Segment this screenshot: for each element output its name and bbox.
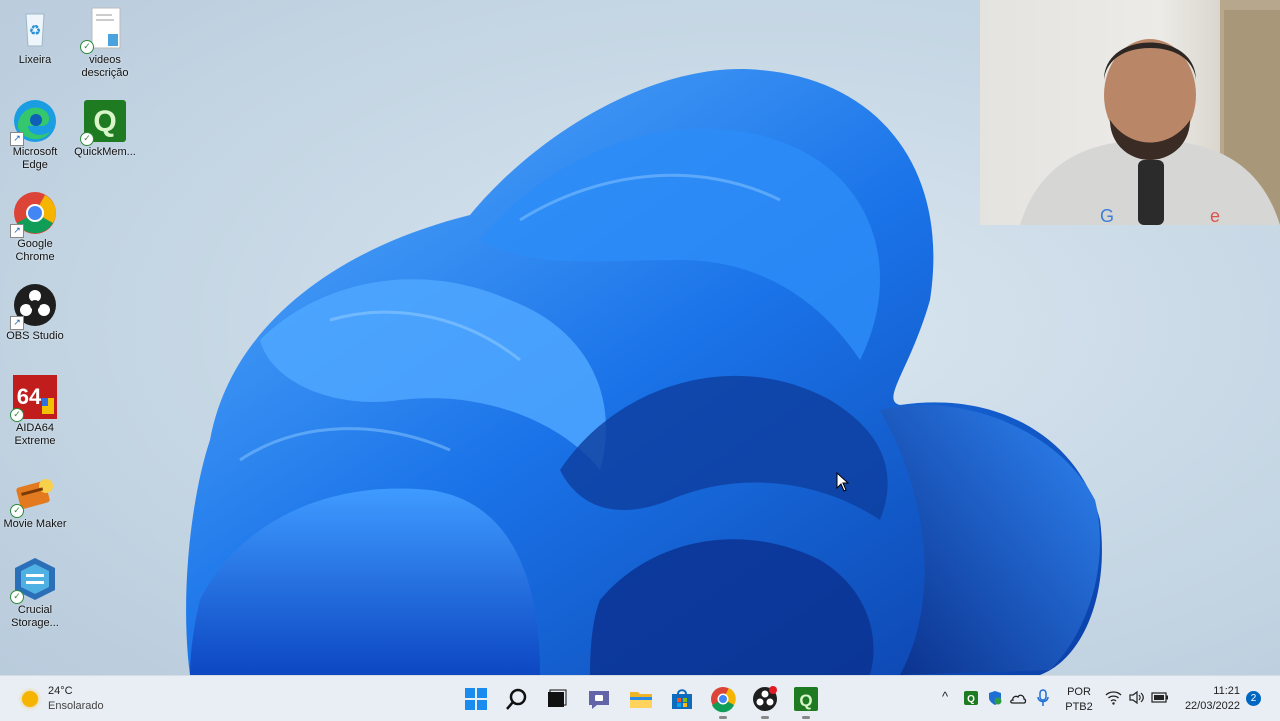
desktop-icon-videos-descricao[interactable]: ✓ videos descrição	[70, 6, 140, 80]
onedrive-cloud-icon[interactable]	[1009, 691, 1027, 705]
desktop-icon-movie-maker[interactable]: ✓ Movie Maker	[0, 470, 70, 531]
wifi-icon[interactable]	[1105, 690, 1122, 705]
obs-icon: ↗	[10, 282, 58, 330]
store-button[interactable]	[668, 685, 696, 713]
running-indicator	[719, 716, 727, 719]
shortcut-arrow-icon: ↗	[10, 132, 24, 146]
weather-widget[interactable]: 24°C Ensolarado	[18, 684, 128, 714]
chat-button[interactable]	[585, 685, 613, 713]
task-view-button[interactable]	[542, 685, 570, 713]
aida64-icon: 64 ✓	[10, 374, 58, 422]
quickmem-icon: Q	[794, 687, 818, 711]
microphone-icon[interactable]	[1036, 689, 1050, 707]
weather-temp: 24°C	[48, 685, 73, 697]
clock[interactable]: 11:21 22/03/2022	[1176, 684, 1244, 716]
language-indicator-bottom[interactable]: PTB2	[1062, 701, 1096, 713]
taskbar: 24°C Ensolarado Q ^ Q POR PTB2 11:21 22/…	[0, 675, 1280, 721]
shortcut-arrow-icon: ↗	[10, 224, 24, 238]
sync-check-icon: ✓	[80, 40, 94, 54]
svg-text:♻: ♻	[29, 22, 42, 38]
desktop-icon-quickmem[interactable]: Q ✓ QuickMem...	[70, 98, 140, 159]
running-indicator	[761, 716, 769, 719]
edge-icon: ↗	[10, 98, 58, 146]
webcam-overlay: G e	[980, 0, 1280, 225]
notification-badge[interactable]: 2	[1246, 691, 1261, 706]
search-icon	[506, 688, 527, 710]
store-icon	[672, 689, 692, 709]
movie-maker-icon: ✓	[10, 470, 58, 518]
security-shield-icon[interactable]	[987, 690, 1003, 706]
crucial-icon: ✓	[10, 556, 58, 604]
clock-time: 11:21	[1213, 685, 1240, 697]
sync-check-icon: ✓	[10, 408, 24, 422]
desktop-icon-chrome[interactable]: ↗ Google Chrome	[0, 190, 70, 264]
chrome-taskbar-button[interactable]	[709, 685, 737, 719]
document-icon: ✓	[80, 6, 128, 54]
clock-date: 22/03/2022	[1184, 700, 1240, 712]
chrome-icon: ↗	[10, 190, 58, 238]
task-view-icon	[548, 689, 567, 707]
shortcut-arrow-icon: ↗	[10, 316, 24, 330]
battery-icon[interactable]	[1151, 691, 1169, 704]
sync-check-icon: ✓	[80, 132, 94, 146]
running-indicator	[802, 716, 810, 719]
language-indicator-top[interactable]: POR	[1062, 686, 1096, 698]
file-explorer-icon	[630, 692, 652, 708]
sync-check-icon: ✓	[10, 590, 24, 604]
start-button[interactable]	[462, 685, 490, 713]
chat-icon	[589, 691, 609, 709]
weather-condition: Ensolarado	[48, 700, 104, 712]
chevron-up-icon[interactable]: ^	[942, 689, 948, 704]
desktop-icon-obs[interactable]: ↗ OBS Studio	[0, 282, 70, 343]
search-button[interactable]	[503, 685, 531, 713]
quickmem-tray-icon[interactable]: Q	[963, 690, 979, 706]
svg-text:Q: Q	[967, 694, 975, 705]
chrome-icon	[711, 687, 736, 713]
svg-text:Q: Q	[799, 691, 812, 710]
desktop-icon-aida64[interactable]: 64 ✓ AIDA64 Extreme	[0, 374, 70, 448]
sun-icon	[22, 691, 38, 707]
desktop-icon-edge[interactable]: ↗ Microsoft Edge	[0, 98, 70, 172]
quickmem-icon: Q ✓	[80, 98, 128, 146]
obs-icon	[753, 686, 777, 711]
mouse-cursor-icon	[836, 472, 850, 492]
volume-icon[interactable]	[1128, 690, 1145, 705]
obs-taskbar-button[interactable]	[751, 685, 779, 719]
sync-check-icon: ✓	[10, 504, 24, 518]
svg-text:G: G	[1100, 206, 1114, 225]
quickmem-taskbar-button[interactable]: Q	[792, 685, 820, 719]
svg-text:e: e	[1210, 206, 1220, 225]
desktop-icon-recycle-bin[interactable]: ♻ Lixeira	[0, 6, 70, 67]
file-explorer-button[interactable]	[627, 685, 655, 713]
start-icon	[465, 688, 487, 710]
desktop-icon-crucial[interactable]: ✓ Crucial Storage...	[0, 556, 70, 630]
recycle-bin-icon: ♻	[12, 6, 58, 52]
svg-text:64: 64	[17, 384, 42, 409]
svg-text:Q: Q	[93, 105, 116, 138]
